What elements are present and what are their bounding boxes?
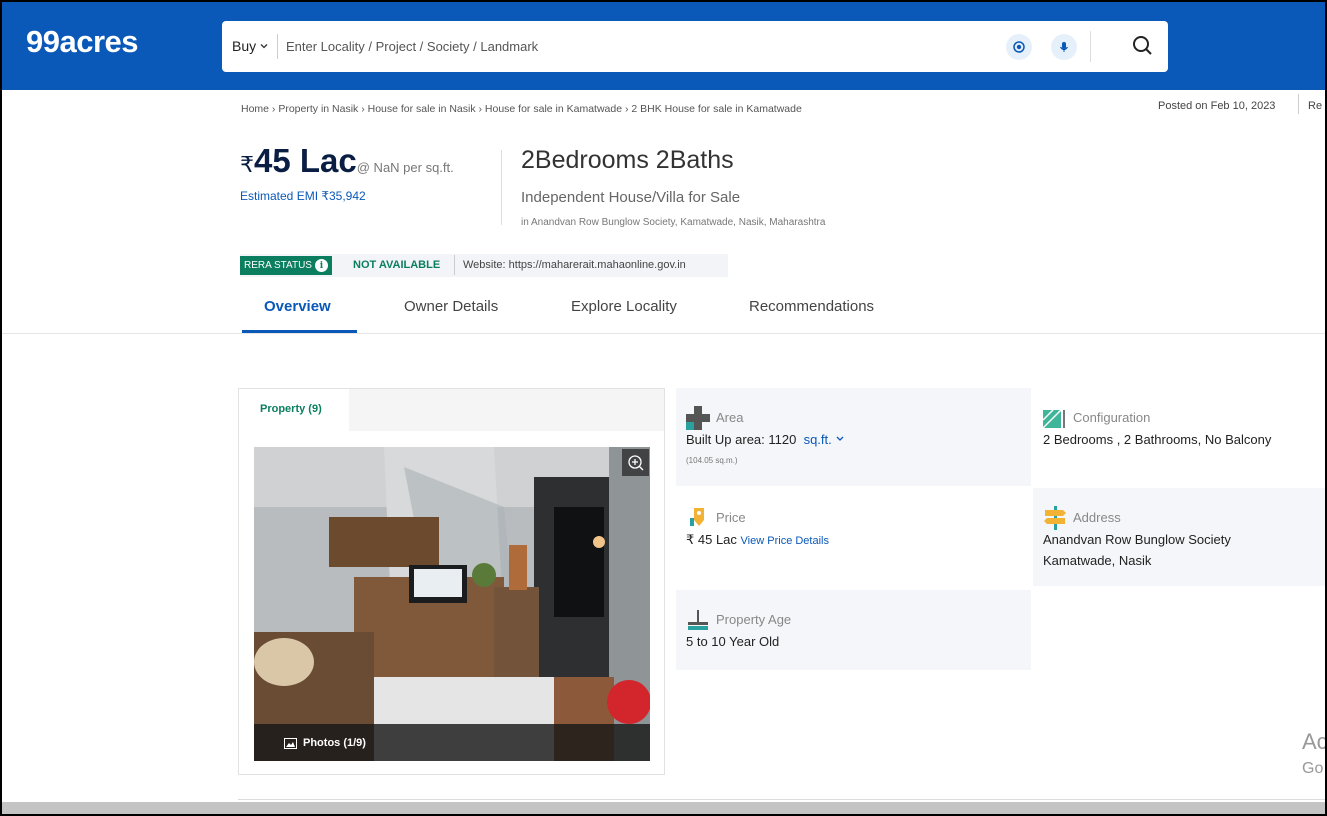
price-label: Price	[716, 510, 746, 525]
property-age-value: 5 to 10 Year Old	[686, 634, 780, 649]
search-input[interactable]	[286, 31, 986, 61]
price-heading: ₹45 Lac@ NaN per sq.ft.	[240, 142, 454, 180]
configuration-cell: Configuration 2 Bedrooms , 2 Bathrooms, …	[1033, 388, 1325, 486]
photo-count: Photos (1/9)	[284, 737, 366, 749]
view-price-details-link[interactable]: View Price Details	[741, 535, 829, 547]
tab-overview[interactable]: Overview	[264, 298, 331, 315]
buy-dropdown[interactable]: Buy	[232, 38, 269, 54]
area-icon	[686, 406, 710, 430]
property-photo[interactable]: Photos (1/9)	[254, 447, 650, 761]
tab-owner-details[interactable]: Owner Details	[404, 298, 498, 315]
address-label: Address	[1073, 510, 1121, 525]
breadcrumb[interactable]: Home › Property in Nasik › House for sal…	[241, 103, 802, 115]
area-unit-dropdown[interactable]: sq.ft.	[804, 432, 832, 447]
location-icon[interactable]	[1006, 34, 1032, 60]
photo-image	[254, 447, 650, 761]
property-title: 2Bedrooms 2Baths	[521, 146, 734, 174]
chevron-down-icon	[260, 44, 268, 49]
image-icon	[284, 737, 297, 749]
search-icon[interactable]	[1130, 33, 1156, 59]
rera-status-badge: RERA STATUS i	[240, 256, 332, 275]
property-age-cell: Property Age 5 to 10 Year Old	[676, 590, 1031, 670]
building-age-icon	[688, 610, 708, 630]
divider	[501, 150, 502, 225]
address-cell: Address Anandvan Row Bunglow Society Kam…	[1033, 488, 1325, 586]
page-frame: 99acres Buy Home › Property in Nasik › H…	[0, 0, 1327, 816]
rera-label: RERA STATUS	[244, 260, 312, 271]
divider	[1298, 94, 1299, 114]
ad-text-partial: Ac	[1302, 729, 1327, 754]
tab-recommendations[interactable]: Recommendations	[749, 298, 874, 315]
price-cell: Price ₹ 45 Lac View Price Details	[676, 488, 1031, 586]
zoom-in-icon[interactable]	[622, 449, 649, 476]
microphone-icon[interactable]	[1051, 34, 1077, 60]
gallery-tab-property[interactable]: Property (9)	[239, 389, 349, 431]
configuration-label: Configuration	[1073, 410, 1151, 425]
signpost-icon	[1044, 506, 1066, 530]
emi-link[interactable]: Estimated EMI ₹35,942	[240, 189, 366, 203]
top-header: 99acres Buy	[2, 2, 1325, 90]
rera-website[interactable]: Website: https://maharerait.mahaonline.g…	[463, 259, 686, 271]
price-tag-icon	[690, 508, 704, 526]
address-line-1: Anandvan Row Bunglow Society	[1043, 532, 1231, 547]
posted-date: Posted on Feb 10, 2023	[1158, 100, 1276, 112]
tabs-divider	[2, 333, 1325, 334]
price-value: ₹ 45 Lac View Price Details	[686, 532, 829, 547]
property-type: Independent House/Villa for Sale	[521, 189, 741, 206]
divider	[454, 255, 455, 275]
gallery-tabbar: Property (9)	[239, 389, 664, 431]
area-sqm: (104.05 sq.m.)	[686, 456, 738, 465]
chevron-down-icon[interactable]	[835, 434, 845, 444]
logo[interactable]: 99acres	[26, 24, 139, 60]
divider	[277, 34, 278, 59]
info-icon[interactable]: i	[314, 259, 328, 272]
currency-symbol: ₹	[240, 152, 254, 177]
area-label: Area	[716, 410, 744, 425]
photo-gallery: Property (9) Photos (1/9)	[238, 388, 665, 775]
photo-count-label: Photos (1/9)	[303, 737, 366, 749]
price-amount: 45 Lac	[254, 142, 357, 179]
area-value: Built Up area: 1120 sq.ft.	[686, 432, 845, 447]
section-divider	[238, 799, 1325, 800]
address-line-2: Kamatwade, Nasik	[1043, 553, 1152, 568]
area-cell: Area Built Up area: 1120 sq.ft. (104.05 …	[676, 388, 1031, 486]
report-link[interactable]: Re	[1308, 100, 1322, 112]
configuration-icon	[1043, 409, 1065, 429]
property-location: in Anandvan Row Bunglow Society, Kamatwa…	[521, 217, 826, 228]
buy-label: Buy	[232, 38, 257, 54]
tab-explore-locality[interactable]: Explore Locality	[571, 298, 677, 315]
bottom-band	[2, 802, 1325, 814]
ad-text-partial-2: Go	[1302, 760, 1324, 777]
search-bar: Buy	[222, 21, 1168, 72]
price-per-sqft: @ NaN per sq.ft.	[356, 160, 454, 175]
configuration-value: 2 Bedrooms , 2 Bathrooms, No Balcony	[1043, 432, 1272, 447]
property-age-label: Property Age	[716, 612, 792, 627]
rera-status-value: NOT AVAILABLE	[353, 259, 441, 271]
photo-count-bar[interactable]: Photos (1/9)	[254, 724, 650, 761]
divider	[1090, 31, 1091, 62]
